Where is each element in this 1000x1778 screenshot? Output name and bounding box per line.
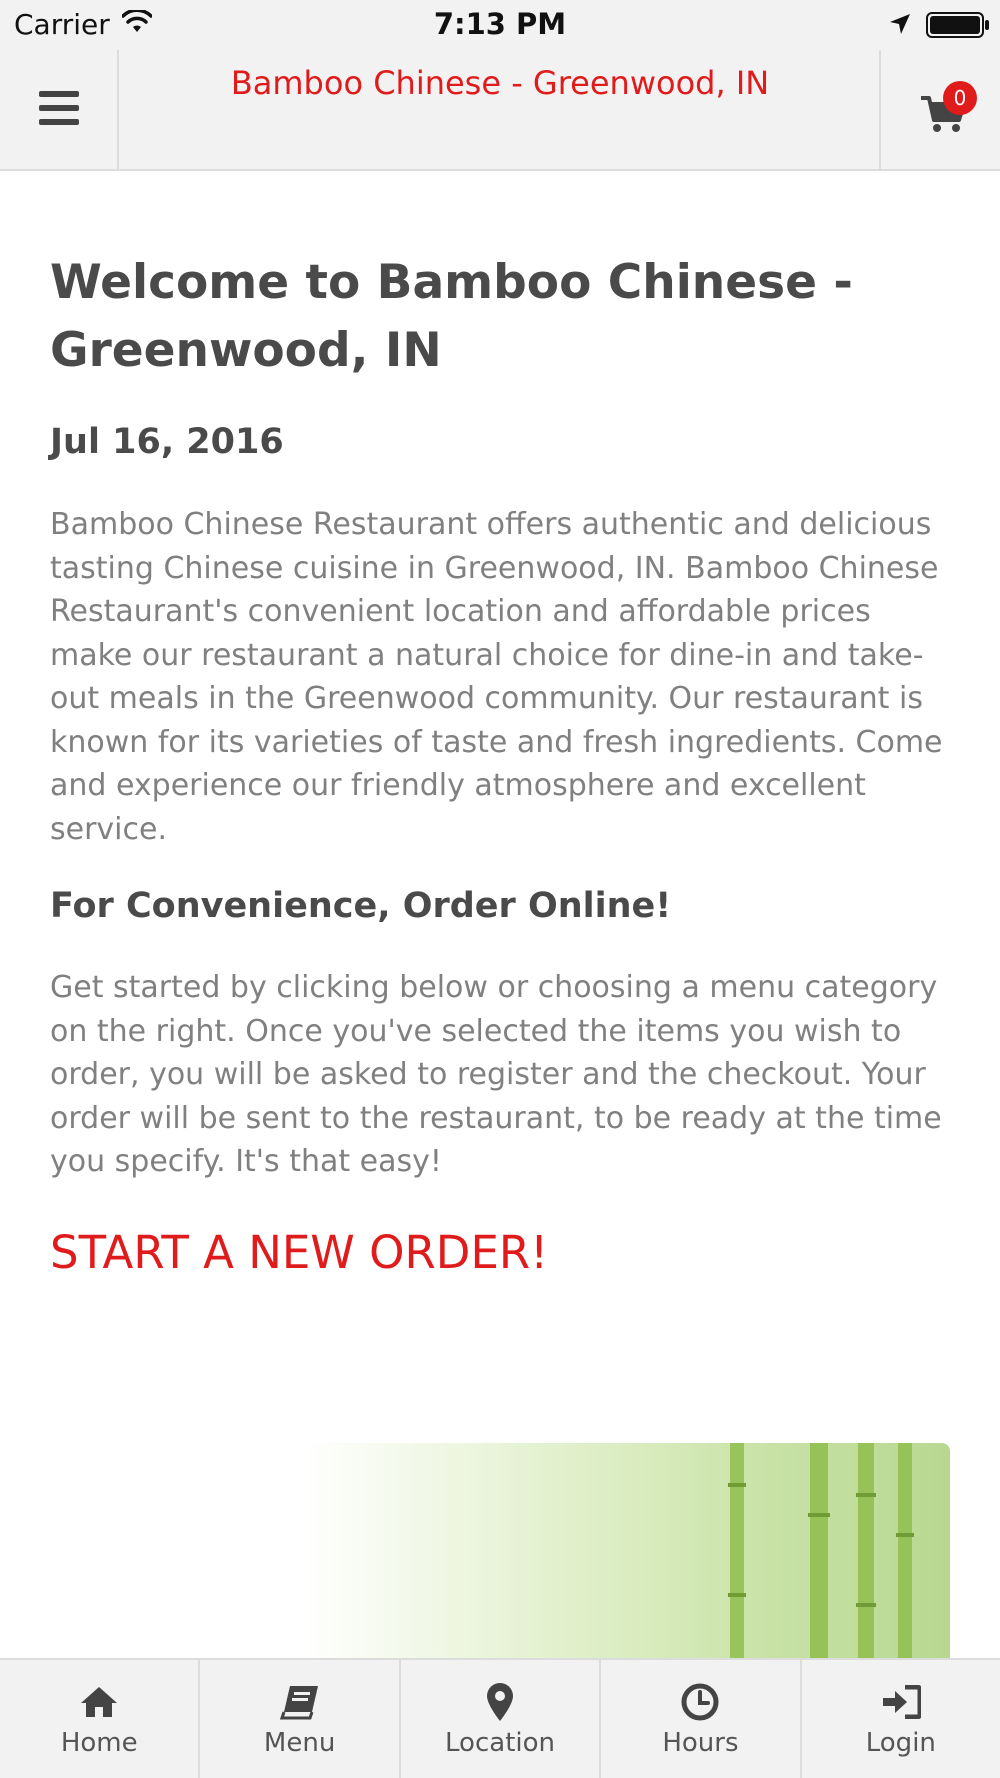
clock-time: 7:13 PM [433, 7, 567, 41]
battery-icon [926, 12, 990, 38]
tab-login[interactable]: Login [802, 1660, 1000, 1778]
book-icon [279, 1682, 320, 1722]
post-date: Jul 16, 2016 [50, 422, 284, 462]
header-title: Bamboo Chinese - Greenwood, IN [230, 64, 770, 102]
intro-paragraph: Bamboo Chinese Restaurant offers authent… [50, 507, 943, 847]
order-instructions: Get started by clicking below or choosin… [50, 970, 942, 1179]
clock-icon [681, 1682, 719, 1722]
tab-label: Hours [662, 1728, 739, 1758]
bamboo-banner-image [50, 1443, 950, 1658]
status-bar: Carrier 7:13 PM [0, 0, 1000, 50]
tab-location[interactable]: Location [401, 1660, 602, 1778]
tab-label: Home [60, 1728, 138, 1758]
tab-home[interactable]: Home [0, 1660, 201, 1778]
menu-button[interactable] [0, 50, 119, 169]
sign-in-icon [881, 1682, 921, 1722]
tab-label: Login [865, 1728, 936, 1758]
tab-hours[interactable]: Hours [601, 1660, 802, 1778]
cart-count-badge: 0 [943, 81, 977, 115]
section-heading: For Convenience, Order Online! [50, 886, 672, 926]
tab-label: Location [445, 1728, 555, 1758]
map-marker-icon [486, 1682, 514, 1722]
bottom-tab-bar: Home Menu Location Hours Login [0, 1658, 1000, 1778]
hamburger-icon [38, 90, 79, 129]
app-header: Bamboo Chinese - Greenwood, IN 0 [0, 50, 1000, 171]
start-new-order-link[interactable]: START A NEW ORDER! [50, 1226, 548, 1279]
cart-button[interactable]: 0 [879, 50, 1000, 169]
home-icon [79, 1682, 119, 1722]
page-title: Welcome to Bamboo Chinese - Greenwood, I… [50, 255, 853, 378]
location-arrow-icon [888, 12, 912, 40]
tab-menu[interactable]: Menu [200, 1660, 401, 1778]
tab-label: Menu [263, 1728, 336, 1758]
